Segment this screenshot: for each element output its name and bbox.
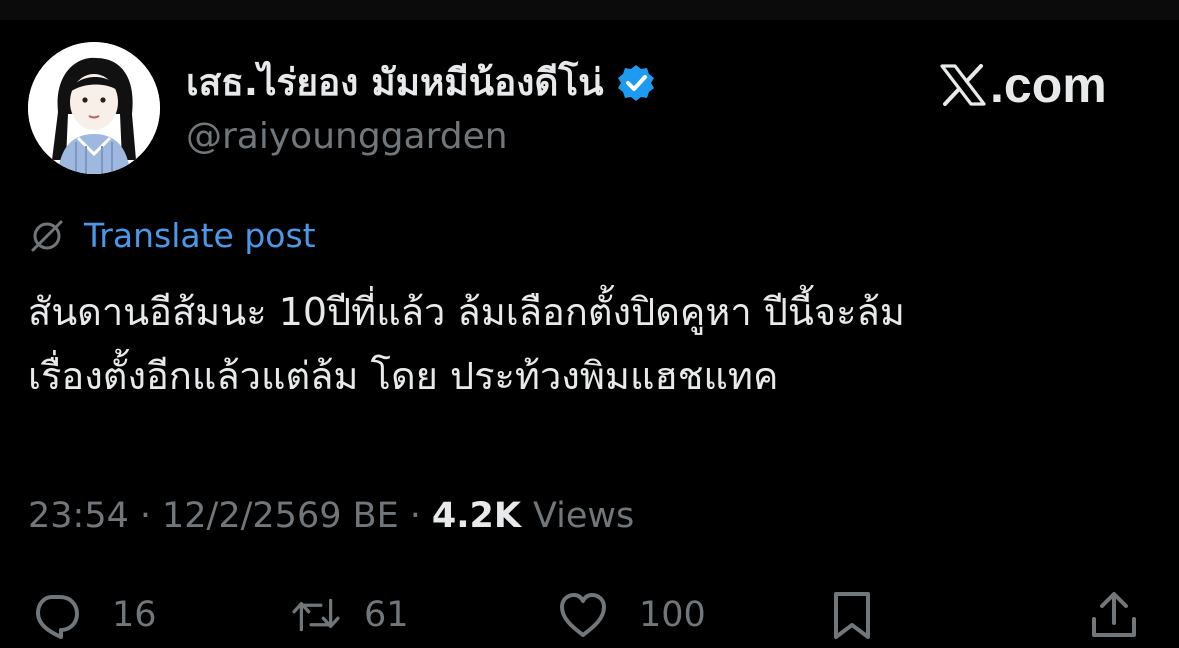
x-brand: .com [940, 55, 1107, 115]
globe-slash-icon [31, 220, 63, 252]
post-date[interactable]: 12/2/2569 BE [162, 496, 399, 536]
post-text: สันดานอีส้มนะ 10ปีที่แล้ว ล้มเลือกตั้งปิ… [28, 290, 905, 398]
repost-count: 61 [364, 595, 409, 635]
views-label[interactable]: Views [533, 496, 634, 536]
meta-separator: · [409, 496, 421, 536]
views-count[interactable]: 4.2K [432, 496, 521, 536]
share-icon [1092, 592, 1136, 637]
bookmark-button[interactable] [826, 585, 878, 645]
translate-post-link[interactable]: Translate post [28, 214, 316, 258]
heart-icon [560, 593, 606, 637]
author-handle[interactable]: @raiyounggarden [186, 114, 508, 160]
meta-separator: · [139, 496, 152, 536]
reply-icon [36, 595, 79, 639]
x-logo-icon [940, 64, 986, 106]
action-bar: 16 61 100 [0, 585, 1179, 645]
share-button[interactable] [1088, 585, 1140, 645]
avatar[interactable] [28, 42, 160, 174]
post-time[interactable]: 23:54 [28, 496, 129, 536]
bookmark-icon [834, 592, 870, 639]
reply-count: 16 [112, 595, 157, 635]
reply-button[interactable]: 16 [30, 585, 157, 645]
post-meta: 23:54 · 12/2/2569 BE · 4.2K Views [28, 491, 634, 541]
author-name-row[interactable]: เสธ.ไร่ยอง มัมหมีน้องดีโน่ [186, 55, 656, 111]
author-display-name[interactable]: เสธ.ไร่ยอง มัมหมีน้องดีโน่ [186, 55, 604, 111]
translate-post-label[interactable]: Translate post [84, 214, 316, 258]
top-bar [0, 0, 1179, 20]
repost-button[interactable]: 61 [290, 585, 409, 645]
like-button[interactable]: 100 [557, 585, 706, 645]
like-count: 100 [639, 595, 706, 635]
repost-icon [292, 598, 340, 632]
verified-badge-icon [617, 65, 654, 101]
brand-domain-text: .com [990, 57, 1107, 113]
